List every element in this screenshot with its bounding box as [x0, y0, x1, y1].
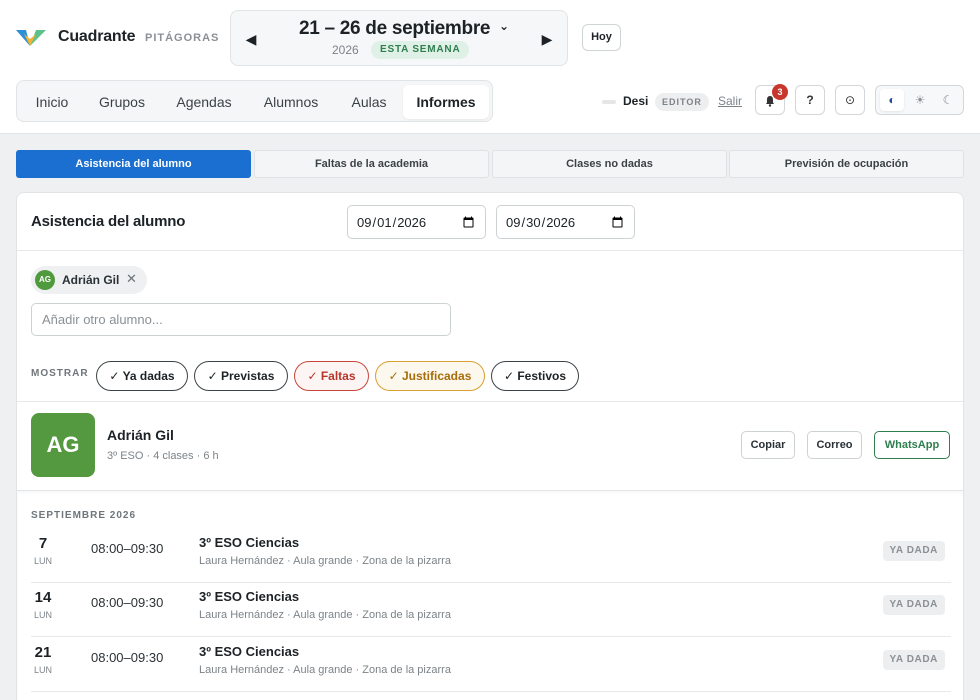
session-class: 3º ESO Ciencias — [199, 535, 300, 550]
clock-icon: ⊙ — [844, 93, 856, 107]
show-filters-label: MOSTRAR — [31, 368, 89, 379]
filter-absences[interactable]: ✓ Faltas — [294, 361, 369, 391]
logout-link[interactable]: Salir — [718, 94, 742, 108]
light-theme-icon[interactable]: ☀ — [908, 89, 932, 111]
session-detail: Laura Hernández · Aula grande · Zona de … — [199, 555, 451, 567]
attendance-panel: Asistencia del alumno AG Adrián Gil ✕ MO… — [16, 192, 964, 700]
nav-agendas[interactable]: Agendas — [163, 85, 245, 119]
session-time: 08:00–09:30 — [91, 650, 164, 665]
selected-student-chip: AG Adrián Gil ✕ — [31, 266, 147, 294]
email-button[interactable]: Correo — [807, 431, 862, 459]
brand-subtitle: PITÁGORAS — [145, 32, 220, 44]
notification-count-badge: 3 — [772, 84, 788, 100]
next-week-icon[interactable]: ▶ — [535, 27, 559, 51]
table-row[interactable]: 21 LUN 08:00–09:30 3º ESO Ciencias Laura… — [31, 638, 951, 692]
week-range[interactable]: 21 – 26 de septiembre — [299, 18, 491, 40]
add-student-input[interactable] — [31, 303, 451, 336]
filter-justified[interactable]: ✓ Justificadas — [375, 361, 485, 391]
table-row[interactable]: 7 LUN 08:00–09:30 3º ESO Ciencias Laura … — [31, 529, 951, 583]
chip-student-name: Adrián Gil — [62, 273, 120, 287]
status-badge: YA DADA — [882, 595, 945, 615]
app-header: Cuadrante PITÁGORAS ◀ 21 – 26 de septiem… — [0, 0, 980, 134]
today-button[interactable]: Hoy — [582, 24, 621, 51]
session-weekday: LUN — [33, 665, 52, 675]
session-class: 3º ESO Ciencias — [199, 644, 300, 659]
session-time: 08:00–09:30 — [91, 541, 164, 556]
student-meta: 3º ESO · 4 clases · 6 h — [107, 450, 219, 462]
auto-theme-icon[interactable]: ◐ — [880, 89, 904, 111]
main-nav: Inicio Grupos Agendas Alumnos Aulas Info… — [16, 80, 493, 122]
session-detail: Laura Hernández · Aula grande · Zona de … — [199, 664, 451, 676]
user-name: Desi — [623, 94, 649, 108]
copy-button[interactable]: Copiar — [741, 431, 795, 459]
user-role-badge: EDITOR — [655, 93, 709, 111]
help-button[interactable]: ? — [795, 85, 825, 115]
tab-student-attendance[interactable]: Asistencia del alumno — [16, 150, 251, 178]
dark-theme-icon[interactable]: ☾ — [936, 89, 960, 111]
header-divider — [17, 250, 963, 251]
session-day: 7 — [38, 535, 48, 552]
nav-informes[interactable]: Informes — [403, 85, 489, 119]
tab-classes-not-given[interactable]: Clases no dadas — [492, 150, 727, 178]
avatar: AG — [31, 413, 95, 477]
close-icon[interactable]: ✕ — [126, 271, 137, 287]
notifications-button[interactable]: 3 — [755, 84, 788, 115]
week-year: 2026 — [332, 43, 359, 57]
nav-grupos[interactable]: Grupos — [85, 85, 159, 119]
filters-divider — [17, 401, 963, 402]
nav-aulas[interactable]: Aulas — [337, 85, 401, 119]
nav-alumnos[interactable]: Alumnos — [249, 85, 333, 119]
chevron-down-icon[interactable]: ⌄ — [499, 19, 509, 33]
theme-switcher: ◐ ☀ ☾ — [875, 85, 964, 115]
panel-title: Asistencia del alumno — [31, 213, 186, 230]
date-from-input[interactable] — [347, 205, 486, 239]
filter-scheduled[interactable]: ✓ Previstas — [194, 361, 288, 391]
tab-occupancy-forecast[interactable]: Previsión de ocupación — [729, 150, 964, 178]
session-detail: Laura Hernández · Aula grande · Zona de … — [199, 609, 451, 621]
tab-academy-absences[interactable]: Faltas de la academia — [254, 150, 489, 178]
table-row[interactable]: 14 LUN 08:00–09:30 3º ESO Ciencias Laura… — [31, 583, 951, 637]
previous-week-icon[interactable]: ◀ — [239, 27, 263, 51]
user-status-indicator — [602, 100, 616, 104]
session-day: 21 — [34, 644, 52, 661]
date-to-input[interactable] — [496, 205, 635, 239]
help-icon: ? — [806, 93, 814, 107]
session-weekday: LUN — [33, 556, 52, 566]
filter-given[interactable]: ✓ Ya dadas — [96, 361, 188, 391]
session-class: 3º ESO Ciencias — [199, 589, 300, 604]
session-time: 08:00–09:30 — [91, 595, 164, 610]
filter-holidays[interactable]: ✓ Festivos — [491, 361, 579, 391]
session-weekday: LUN — [33, 610, 52, 620]
history-button[interactable]: ⊙ — [835, 85, 865, 115]
student-name: Adrián Gil — [107, 427, 174, 443]
session-day: 14 — [34, 589, 52, 606]
brand-name: Cuadrante — [58, 28, 136, 45]
avatar: AG — [35, 270, 55, 290]
week-selector: ◀ 21 – 26 de septiembre ⌄ 2026 ESTA SEMA… — [230, 10, 568, 66]
nav-inicio[interactable]: Inicio — [21, 85, 83, 119]
app-logo-icon — [16, 30, 46, 46]
status-badge: YA DADA — [882, 541, 945, 561]
month-heading: SEPTIEMBRE 2026 — [31, 510, 137, 521]
status-badge: YA DADA — [882, 650, 945, 670]
current-week-badge: ESTA SEMANA — [371, 41, 470, 59]
whatsapp-button[interactable]: WhatsApp — [874, 431, 950, 459]
